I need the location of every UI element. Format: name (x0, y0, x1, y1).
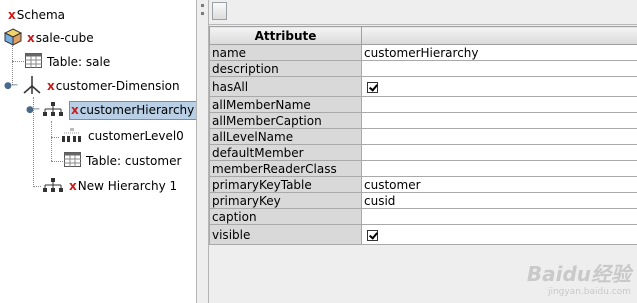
dimension-icon (22, 75, 42, 98)
table-row: visible (209, 224, 637, 245)
tree-connector (51, 137, 59, 138)
table-icon (25, 53, 42, 71)
table-header-row: Attribute (209, 26, 637, 45)
hierarchy-icon (42, 101, 64, 119)
node-prefix: x (8, 8, 16, 22)
tree-connector (33, 186, 41, 187)
attribute-value-cell[interactable] (361, 160, 637, 177)
tree-node-new-hierarchy[interactable]: xNew Hierarchy 1 (42, 175, 177, 197)
attribute-name-cell: defaultMember (209, 144, 362, 161)
tree-connector (51, 121, 52, 161)
visible-checkbox[interactable] (367, 229, 378, 241)
node-prefix: x (47, 79, 55, 93)
hierarchy-icon (42, 177, 64, 195)
tree-node-customer-dimension[interactable]: xcustomer-Dimension (22, 75, 180, 97)
grip-dot (201, 4, 204, 7)
properties-pane: Attribute name customerHierarchy descrip… (209, 0, 637, 303)
table-icon (64, 152, 81, 170)
attribute-name-cell: caption (209, 208, 362, 225)
attribute-table: Attribute name customerHierarchy descrip… (209, 26, 637, 245)
attribute-name-cell: allMemberCaption (209, 112, 362, 129)
attribute-name-cell: memberReaderClass (209, 160, 362, 177)
node-label: customerLevel0 (88, 129, 184, 143)
node-prefix: x (27, 31, 35, 45)
column-header-attribute[interactable]: Attribute (209, 26, 362, 45)
table-row: description (209, 60, 637, 77)
attribute-name-cell: hasAll (209, 76, 362, 97)
table-row: primaryKey cusid (209, 192, 637, 209)
column-header-value[interactable] (361, 26, 637, 45)
tree-node-table-sale[interactable]: Table: sale (25, 51, 110, 73)
properties-toolbar (209, 0, 637, 25)
attribute-value-cell[interactable] (361, 144, 637, 161)
node-label: customerHierarchy (79, 102, 195, 117)
tree-node-schema[interactable]: xSchema (8, 4, 65, 26)
attribute-value-cell[interactable] (361, 208, 637, 225)
tree-node-customer-hierarchy[interactable]: xcustomerHierarchy (42, 99, 196, 121)
tree-node-sale-cube[interactable]: xsale-cube (3, 27, 94, 49)
table-row: hasAll (209, 76, 637, 97)
level-icon (61, 127, 83, 145)
attribute-value-cell[interactable]: customerHierarchy (361, 44, 637, 61)
tree-connector (51, 161, 63, 162)
table-row: memberReaderClass (209, 160, 637, 177)
hasall-checkbox[interactable] (367, 81, 378, 93)
expand-handle-icon[interactable]: ●─ (4, 81, 17, 91)
attribute-name-cell: primaryKey (209, 192, 362, 209)
tree-node-table-customer[interactable]: Table: customer (64, 150, 181, 172)
watermark-brand: Baidu经验 (526, 262, 631, 286)
attribute-name-cell: allMemberName (209, 96, 362, 113)
watermark-url: jingyan.baidu.com (547, 287, 631, 297)
table-row: name customerHierarchy (209, 44, 637, 61)
table-row: allMemberCaption (209, 112, 637, 129)
attribute-name-cell: visible (209, 224, 362, 245)
watermark-logo: Baidu经验 jingyan.baidu.com (527, 258, 631, 297)
table-row: caption (209, 208, 637, 225)
attribute-value-cell[interactable] (361, 112, 637, 129)
attribute-value-cell[interactable]: cusid (361, 192, 637, 209)
node-label: sale-cube (35, 31, 94, 45)
attribute-value-cell[interactable] (361, 76, 637, 97)
attribute-value-cell[interactable] (361, 224, 637, 245)
table-row: allLevelName (209, 128, 637, 145)
attribute-name-cell: name (209, 44, 362, 61)
expand-handle-icon[interactable]: ●─ (26, 105, 39, 115)
table-row: allMemberName (209, 96, 637, 113)
grip-dot (201, 12, 204, 15)
schema-tree[interactable]: xSchema xsale-cube Table: sale ●─ xcusto… (0, 0, 196, 303)
split-pane-divider[interactable] (196, 0, 209, 303)
tree-connector (12, 61, 24, 62)
attribute-name-cell: primaryKeyTable (209, 176, 362, 193)
node-label: New Hierarchy 1 (77, 179, 178, 193)
table-row: defaultMember (209, 144, 637, 161)
node-prefix: x (71, 102, 79, 117)
attribute-value-cell[interactable] (361, 128, 637, 145)
node-prefix: x (69, 179, 77, 193)
node-label: customer-Dimension (55, 79, 180, 93)
attribute-value-cell[interactable] (361, 96, 637, 113)
attribute-name-cell: description (209, 60, 362, 77)
tree-node-customer-level0[interactable]: customerLevel0 (61, 125, 184, 147)
table-row: primaryKeyTable customer (209, 176, 637, 193)
toolbar-button[interactable] (212, 2, 227, 20)
attribute-value-cell[interactable] (361, 60, 637, 77)
node-label: Table: sale (47, 55, 111, 69)
attribute-value-cell[interactable]: customer (361, 176, 637, 193)
node-label: Schema (16, 8, 65, 22)
cube-icon (3, 27, 23, 49)
node-label: Table: customer (86, 154, 182, 168)
attribute-name-cell: allLevelName (209, 128, 362, 145)
